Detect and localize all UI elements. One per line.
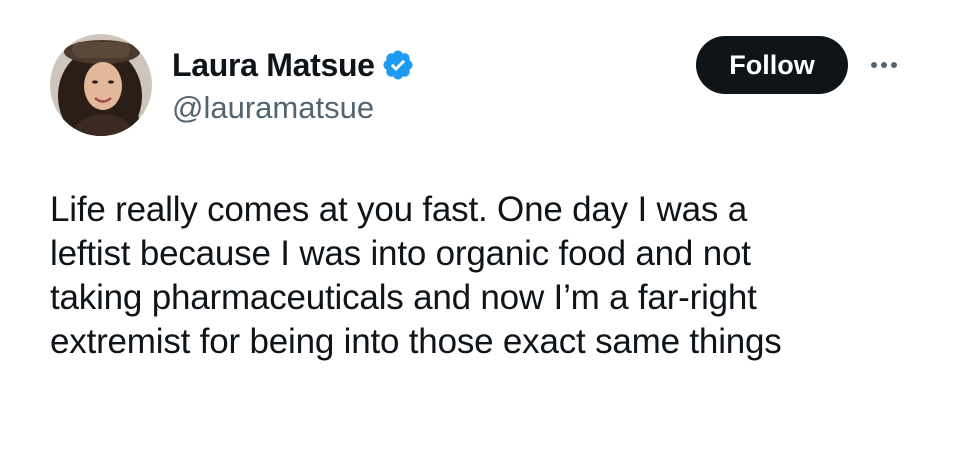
avatar[interactable] [50,34,152,136]
ellipsis-icon [871,62,897,68]
tweet-text-line: leftist because I was into organic food … [50,234,751,273]
verified-badge-icon [381,48,415,82]
author-display-name[interactable]: Laura Matsue [172,47,375,84]
tweet-card: Laura Matsue @lauramatsue Follow Life re… [0,0,962,450]
tweet-text-line: taking pharmaceuticals and now I’m a far… [50,278,757,317]
more-options-button[interactable] [866,50,902,80]
tweet-text-line: extremist for being into those exact sam… [50,322,782,361]
tweet-text: Life really comes at you fast. One day I… [50,188,930,364]
author-name-row: Laura Matsue [172,44,415,86]
tweet-text-line: Life really comes at you fast. One day I… [50,190,747,229]
follow-button[interactable]: Follow [696,36,848,94]
author-handle[interactable]: @lauramatsue [172,90,374,126]
profile-photo-icon [50,34,152,136]
